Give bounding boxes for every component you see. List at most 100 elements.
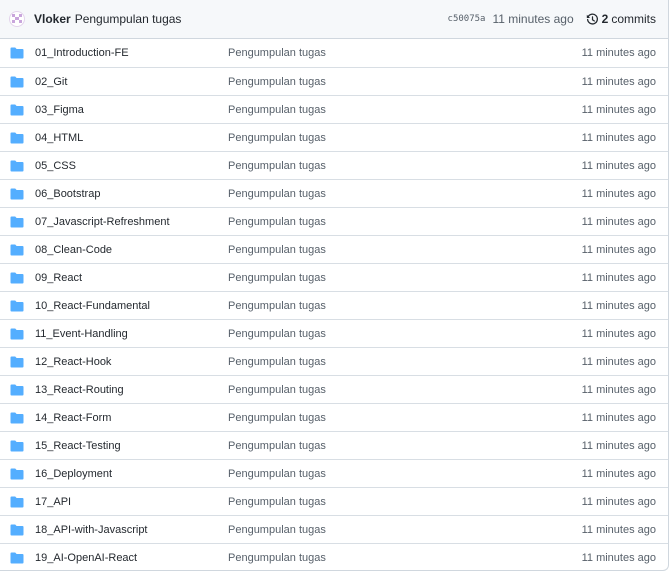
- commit-message-link[interactable]: Pengumpulan tugas: [228, 188, 582, 200]
- folder-icon: [10, 47, 24, 59]
- commit-message-link[interactable]: Pengumpulan tugas: [228, 300, 582, 312]
- commit-age: 11 minutes ago: [581, 551, 656, 564]
- folder-name-link[interactable]: 11_Event-Handling: [35, 328, 228, 340]
- folder-icon: [10, 300, 24, 311]
- commit-message-link[interactable]: Pengumpulan tugas: [228, 384, 582, 396]
- folder-name-link[interactable]: 15_React-Testing: [35, 440, 228, 452]
- file-row[interactable]: 17_API Pengumpulan tugas 11 minutes ago: [0, 487, 668, 515]
- file-row[interactable]: 09_React Pengumpulan tugas 11 minutes ag…: [0, 263, 668, 291]
- identicon-icon: [12, 14, 22, 23]
- folder-name-link[interactable]: 02_Git: [35, 76, 228, 88]
- folder-icon: [10, 468, 24, 479]
- folder-name-link[interactable]: 08_Clean-Code: [35, 244, 228, 256]
- commit-message-link[interactable]: Pengumpulan tugas: [228, 132, 582, 144]
- commit-time: 11 minutes ago: [492, 12, 574, 26]
- file-row[interactable]: 19_AI-OpenAI-React Pengumpulan tugas 11 …: [0, 543, 668, 570]
- commit-message-link[interactable]: Pengumpulan tugas: [228, 328, 582, 340]
- file-row[interactable]: 18_API-with-Javascript Pengumpulan tugas…: [0, 515, 668, 543]
- commit-age: 11 minutes ago: [581, 383, 656, 396]
- file-row[interactable]: 04_HTML Pengumpulan tugas 11 minutes ago: [0, 123, 668, 151]
- folder-name-link[interactable]: 14_React-Form: [35, 412, 228, 424]
- author-avatar[interactable]: [9, 11, 25, 27]
- commit-age: 11 minutes ago: [581, 327, 656, 340]
- file-list: 01_Introduction-FE Pengumpulan tugas 11 …: [0, 39, 668, 570]
- commits-history-link[interactable]: 2 commits: [586, 12, 656, 26]
- folder-icon: [10, 496, 24, 507]
- folder-name-link[interactable]: 16_Deployment: [35, 468, 228, 480]
- file-row[interactable]: 05_CSS Pengumpulan tugas 11 minutes ago: [0, 151, 668, 179]
- commit-message-link[interactable]: Pengumpulan tugas: [228, 440, 582, 452]
- folder-icon: [10, 76, 24, 87]
- file-row[interactable]: 11_Event-Handling Pengumpulan tugas 11 m…: [0, 319, 668, 347]
- folder-name-link[interactable]: 18_API-with-Javascript: [35, 524, 228, 536]
- commit-message-link[interactable]: Pengumpulan tugas: [228, 412, 582, 424]
- folder-icon: [10, 216, 24, 227]
- commit-message-link[interactable]: Pengumpulan tugas: [228, 356, 582, 368]
- file-row[interactable]: 10_React-Fundamental Pengumpulan tugas 1…: [0, 291, 668, 319]
- folder-icon: [10, 132, 24, 143]
- folder-name-link[interactable]: 07_Javascript-Refreshment: [35, 216, 228, 228]
- commit-age: 11 minutes ago: [581, 271, 656, 284]
- commit-age: 11 minutes ago: [581, 131, 656, 144]
- file-row[interactable]: 01_Introduction-FE Pengumpulan tugas 11 …: [0, 39, 668, 67]
- folder-icon: [10, 356, 24, 367]
- file-row[interactable]: 15_React-Testing Pengumpulan tugas 11 mi…: [0, 431, 668, 459]
- commit-age: 11 minutes ago: [581, 47, 656, 59]
- folder-icon: [10, 160, 24, 171]
- folder-icon: [10, 104, 24, 115]
- commits-count: 2: [601, 12, 609, 26]
- folder-name-link[interactable]: 04_HTML: [35, 132, 228, 144]
- file-row[interactable]: 08_Clean-Code Pengumpulan tugas 11 minut…: [0, 235, 668, 263]
- file-row[interactable]: 13_React-Routing Pengumpulan tugas 11 mi…: [0, 375, 668, 403]
- folder-name-link[interactable]: 19_AI-OpenAI-React: [35, 552, 228, 564]
- commit-age: 11 minutes ago: [581, 215, 656, 228]
- folder-name-link[interactable]: 06_Bootstrap: [35, 188, 228, 200]
- commit-age: 11 minutes ago: [581, 75, 656, 88]
- file-row[interactable]: 16_Deployment Pengumpulan tugas 11 minut…: [0, 459, 668, 487]
- commit-age: 11 minutes ago: [581, 411, 656, 424]
- commit-author[interactable]: Vloker: [34, 12, 71, 26]
- folder-icon: [10, 244, 24, 255]
- file-row[interactable]: 06_Bootstrap Pengumpulan tugas 11 minute…: [0, 179, 668, 207]
- file-row[interactable]: 03_Figma Pengumpulan tugas 11 minutes ag…: [0, 95, 668, 123]
- file-browser: Vloker Pengumpulan tugas c50075a 11 minu…: [0, 0, 669, 571]
- commit-age: 11 minutes ago: [581, 299, 656, 312]
- commit-age: 11 minutes ago: [581, 495, 656, 508]
- commit-message-link[interactable]: Pengumpulan tugas: [228, 216, 582, 228]
- commit-message-link[interactable]: Pengumpulan tugas: [228, 496, 582, 508]
- commit-message-link[interactable]: Pengumpulan tugas: [228, 524, 582, 536]
- commit-message-link[interactable]: Pengumpulan tugas: [228, 272, 582, 284]
- folder-icon: [10, 272, 24, 283]
- folder-name-link[interactable]: 13_React-Routing: [35, 384, 228, 396]
- commit-message-link[interactable]: Pengumpulan tugas: [228, 468, 582, 480]
- commit-message-link[interactable]: Pengumpulan tugas: [228, 76, 582, 88]
- commit-age: 11 minutes ago: [581, 103, 656, 116]
- folder-icon: [10, 188, 24, 199]
- folder-icon: [10, 552, 24, 563]
- commit-message-link[interactable]: Pengumpulan tugas: [228, 47, 582, 59]
- history-icon: [586, 13, 598, 25]
- folder-icon: [10, 524, 24, 535]
- file-row[interactable]: 07_Javascript-Refreshment Pengumpulan tu…: [0, 207, 668, 235]
- commit-message[interactable]: Pengumpulan tugas: [75, 12, 182, 26]
- commit-message-link[interactable]: Pengumpulan tugas: [228, 104, 582, 116]
- commit-message-link[interactable]: Pengumpulan tugas: [228, 160, 582, 172]
- folder-name-link[interactable]: 09_React: [35, 272, 228, 284]
- folder-name-link[interactable]: 01_Introduction-FE: [35, 47, 228, 59]
- file-row[interactable]: 02_Git Pengumpulan tugas 11 minutes ago: [0, 67, 668, 95]
- file-row[interactable]: 12_React-Hook Pengumpulan tugas 11 minut…: [0, 347, 668, 375]
- folder-name-link[interactable]: 17_API: [35, 496, 228, 508]
- folder-icon: [10, 328, 24, 339]
- commit-message-link[interactable]: Pengumpulan tugas: [228, 552, 582, 564]
- commit-message-link[interactable]: Pengumpulan tugas: [228, 244, 582, 256]
- file-row[interactable]: 14_React-Form Pengumpulan tugas 11 minut…: [0, 403, 668, 431]
- folder-name-link[interactable]: 05_CSS: [35, 160, 228, 172]
- folder-name-link[interactable]: 12_React-Hook: [35, 356, 228, 368]
- commit-age: 11 minutes ago: [581, 523, 656, 536]
- commit-sha[interactable]: c50075a: [448, 14, 486, 24]
- commits-label: commits: [611, 12, 656, 26]
- folder-name-link[interactable]: 10_React-Fundamental: [35, 300, 228, 312]
- folder-icon: [10, 412, 24, 423]
- folder-name-link[interactable]: 03_Figma: [35, 104, 228, 116]
- commit-age: 11 minutes ago: [581, 159, 656, 172]
